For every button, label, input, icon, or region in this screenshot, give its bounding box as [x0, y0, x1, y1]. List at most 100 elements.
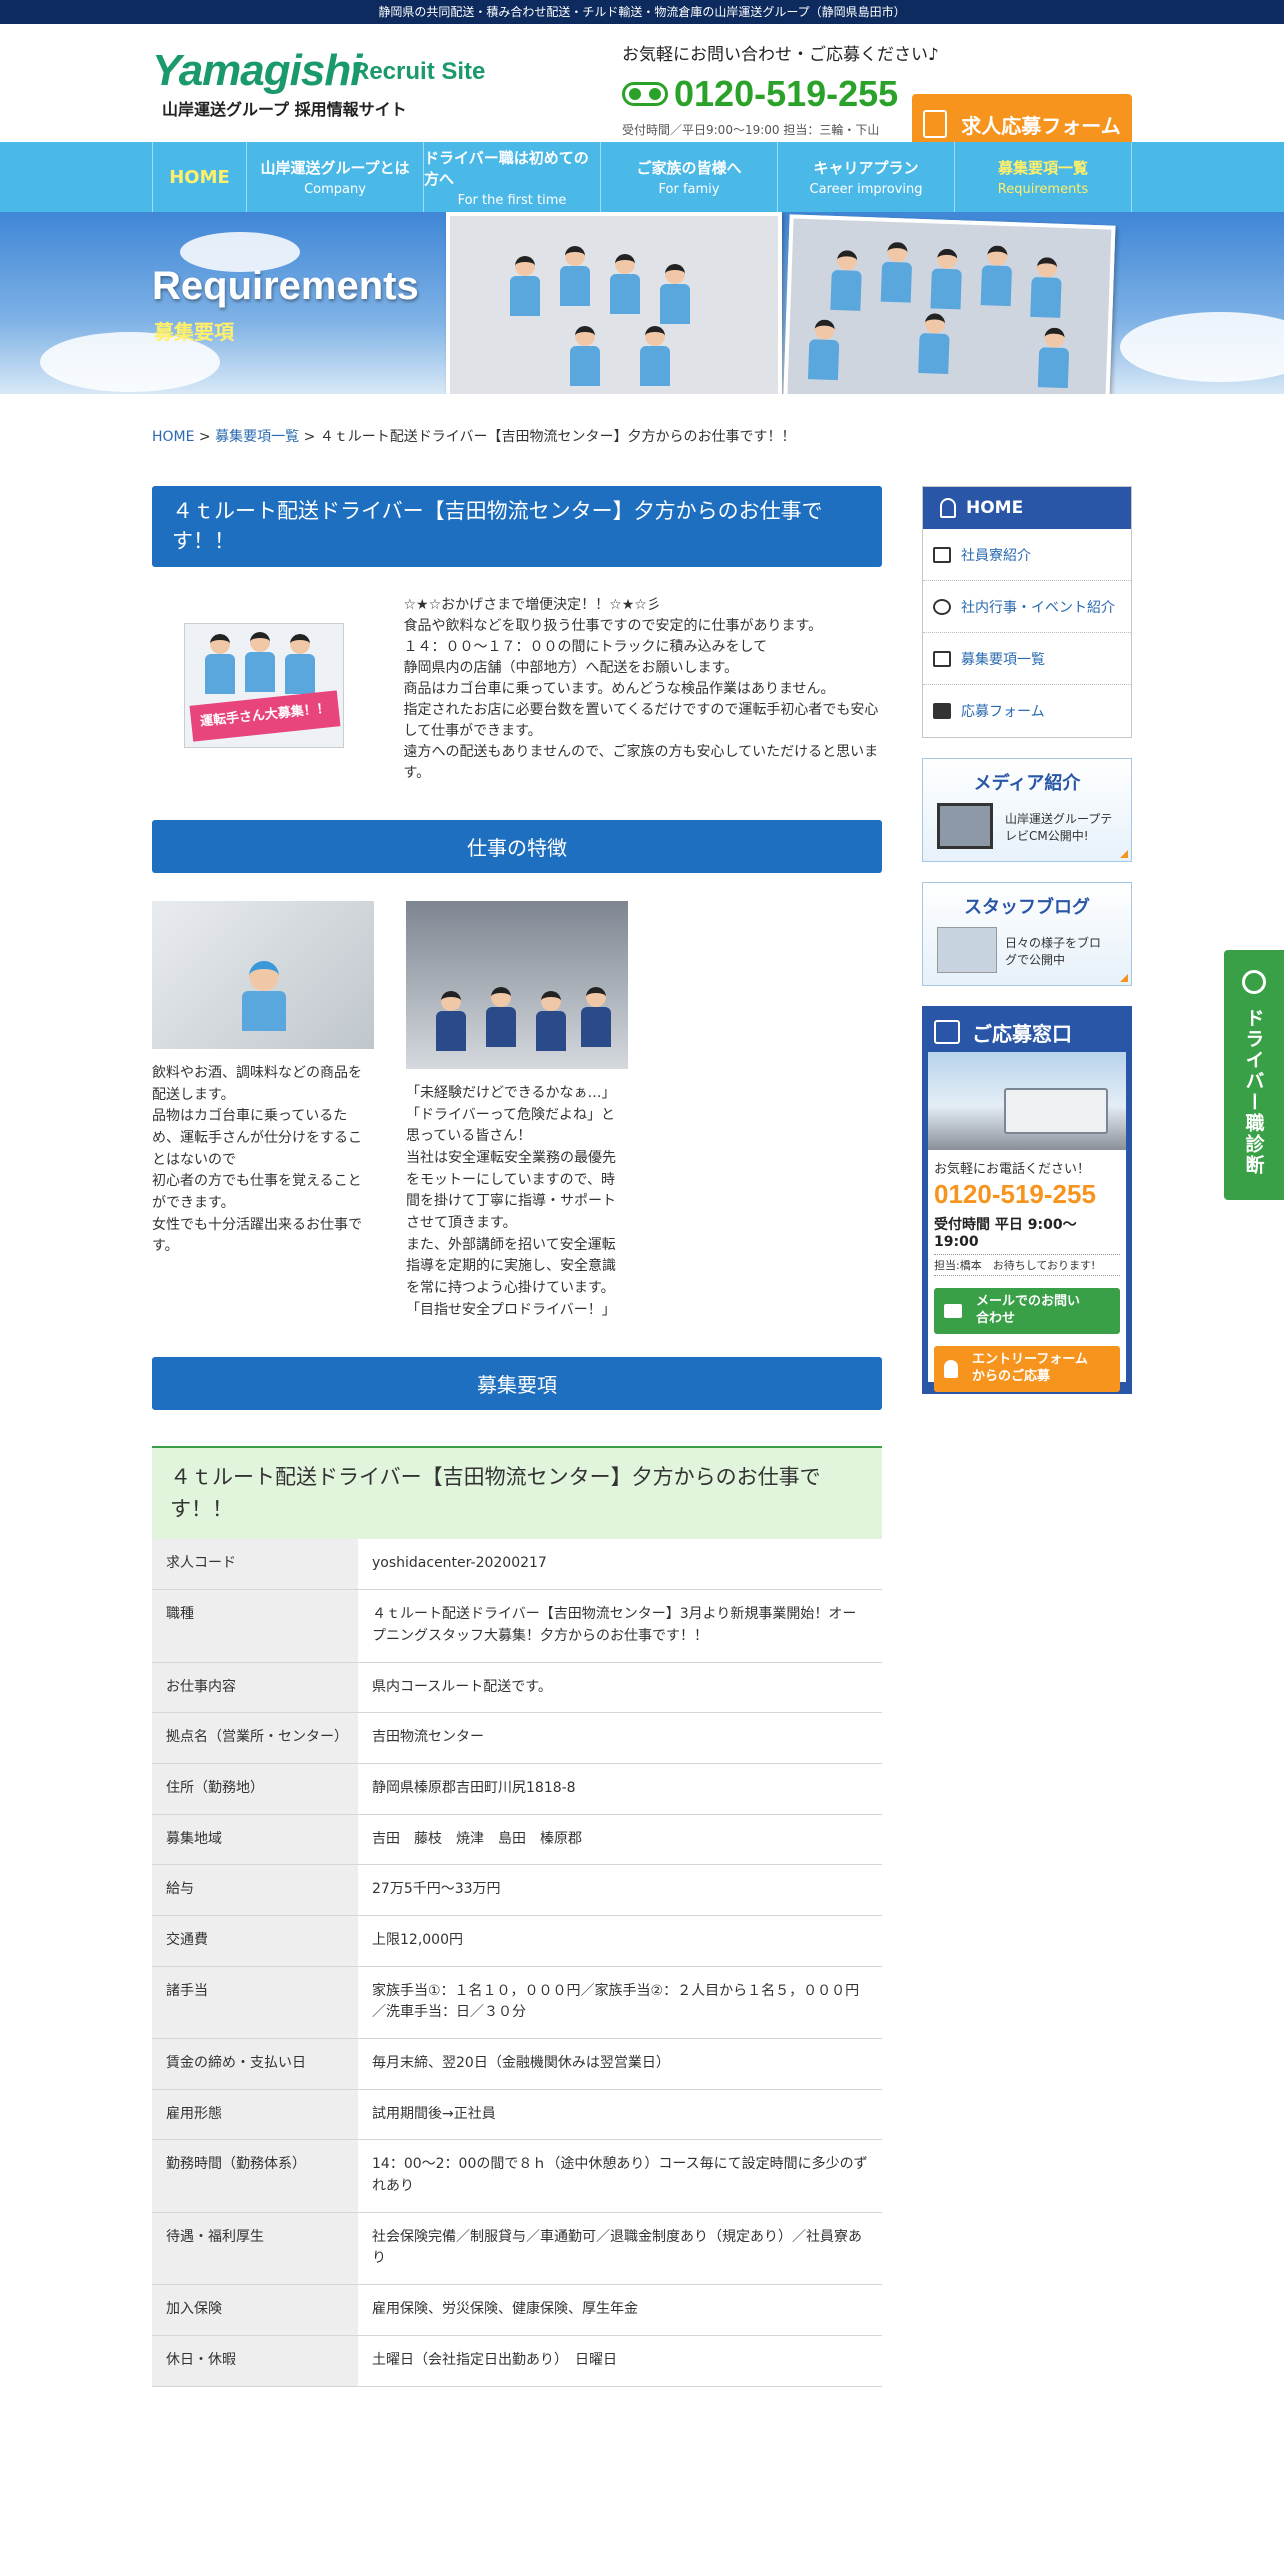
row-value: 14：00～2：00の間で８ｈ（途中休憩あり）コース毎にて設定時間に多少のずれあ… [358, 2139, 882, 2213]
sidebar: HOME 社員寮紹介 社内行事・イベント紹介 募集要項一覧 応募フォーム メディ… [922, 486, 1132, 1394]
sidebar-item-label: 社員寮紹介 [961, 547, 1031, 564]
nav-sublabel: Company [304, 182, 366, 197]
application-window-title: ご応募窓口 [972, 1021, 1072, 1046]
nav-company[interactable]: 山岸運送グループとは Company [247, 142, 424, 212]
row-key: お仕事内容 [152, 1662, 358, 1714]
table-row: 募集地域 吉田 藤枝 焼津 島田 榛原郡 [152, 1814, 882, 1866]
row-key: 加入保険 [152, 2284, 358, 2336]
sidebar-item-events[interactable]: 社内行事・イベント紹介 [923, 581, 1131, 633]
intro-line: 商品はカゴ台車に乗っています。めんどうな検品作業はありません。 [403, 680, 835, 697]
intro-image: 運転手さん大募集！！ [184, 622, 344, 748]
application-phone[interactable]: 0120-519-255 [934, 1179, 1120, 1210]
corner-arrow-icon [1120, 850, 1128, 858]
row-key: 賃金の締め・支払い日 [152, 2038, 358, 2090]
breadcrumb-current: ４ｔルート配送ドライバー【吉田物流センター】夕方からのお仕事です！！ [319, 429, 796, 445]
sidebar-item-label: 社内行事・イベント紹介 [961, 599, 1115, 616]
sidebar-item-apply[interactable]: 応募フォーム [923, 685, 1131, 737]
nav-home[interactable]: HOME [153, 142, 247, 212]
search-icon [1242, 970, 1266, 994]
sidebar-item-requirements[interactable]: 募集要項一覧 [923, 633, 1131, 685]
entry-form-button[interactable]: エントリーフォームからのご応募 [934, 1346, 1120, 1392]
row-key: 待遇・福利厚生 [152, 2212, 358, 2286]
requirements-table-title-row: ４ｔルート配送ドライバー【吉田物流センター】夕方からのお仕事です！！ [152, 1447, 882, 1540]
feature-training-photo [406, 900, 628, 1069]
header-phone-number[interactable]: 0120-519-255 [674, 73, 898, 115]
row-value: yoshidacenter-20200217 [358, 1539, 882, 1591]
sidebar-item-label: 募集要項一覧 [961, 651, 1045, 668]
intro-line: 食品や飲料などを取り扱う仕事ですので安定的に仕事があります。 [403, 617, 823, 634]
nav-sublabel: Career improving [809, 182, 923, 197]
row-value: 県内コースルート配送です。 [358, 1662, 882, 1714]
intro-line: 指定されたお店に必要台数を置いてくるだけですので運転手初心者でも安心して仕事がで… [403, 701, 879, 739]
table-row: 勤務時間（勤務体系） 14：00～2：00の間で８ｈ（途中休憩あり）コース毎にて設… [152, 2139, 882, 2213]
form-icon [923, 110, 948, 138]
contact-lead: お気軽にお問い合わせ・ご応募ください♪ [622, 45, 939, 65]
breadcrumb-home[interactable]: HOME [152, 429, 194, 445]
table-row: 待遇・福利厚生 社会保険完備／制服貸与／車通勤可／退職金制度あり（規定あり）／社員… [152, 2212, 882, 2286]
sidebar-item-dormitory[interactable]: 社員寮紹介 [923, 529, 1131, 581]
application-window: ご応募窓口 お気軽にお電話ください！ 0120-519-255 受付時間 平日 … [922, 1006, 1132, 1394]
nav-label: ご家族の皆様へ [636, 159, 742, 177]
gear-icon [933, 598, 951, 615]
blog-banner[interactable]: スタッフブログ 日々の様子をブログで公開中 [922, 882, 1132, 986]
media-banner[interactable]: メディア紹介 山岸運送グループテレビCM公開中! [922, 758, 1132, 862]
staff-photo-trucks [446, 212, 782, 394]
table-row: 諸手当 家族手当①：１名１０，０００円／家族手当②：２人目から１名５，０００円／洗… [152, 1966, 882, 2040]
nav-family[interactable]: ご家族の皆様へ For famiy [601, 142, 778, 212]
person-icon [944, 1360, 958, 1378]
table-row: 加入保険 雇用保険、労災保険、健康保険、厚生年金 [152, 2284, 882, 2336]
breadcrumb-requirements[interactable]: 募集要項一覧 [215, 429, 299, 445]
nav-requirements[interactable]: 募集要項一覧 Requirements [955, 142, 1132, 212]
tv-icon [937, 803, 993, 849]
house-icon [933, 546, 951, 563]
blog-photo [937, 927, 997, 973]
breadcrumb-separator: > [194, 429, 216, 445]
mail-inquiry-button[interactable]: メールでのお問い合わせ [934, 1288, 1120, 1334]
intro-line: 遠方への配送もありませんので、ご家族の方も安心していただけると思います。 [403, 743, 879, 781]
mail-inquiry-label: メールでのお問い合わせ [976, 1294, 1081, 1326]
features: 飲料やお酒、調味料などの商品を配送します。 品物はカゴ台車に乗っているため、運転… [152, 900, 882, 1322]
application-lead: お気軽にお電話ください！ [934, 1162, 1091, 1177]
table-row: 職種 ４ｔルート配送ドライバー【吉田物流センター】3月より新規事業開始！オープニン… [152, 1589, 882, 1663]
logo-recruit-site: Recruit Site [352, 58, 486, 85]
row-value: 静岡県榛原郡吉田町川尻1818-8 [358, 1763, 882, 1815]
job-title: ４ｔルート配送ドライバー【吉田物流センター】夕方からのお仕事です！！ [152, 486, 882, 567]
row-key: 給与 [152, 1864, 358, 1916]
mail-icon [933, 703, 951, 719]
hero-title: Requirements [152, 264, 419, 308]
requirements-table: ４ｔルート配送ドライバー【吉田物流センター】夕方からのお仕事です！！ 求人コード… [152, 1446, 882, 2387]
global-nav: HOME 山岸運送グループとは Company ドライバー職は初めての方へ Fo… [0, 142, 1284, 212]
nav-label: 募集要項一覧 [997, 159, 1088, 177]
nav-label: HOME [169, 166, 230, 188]
logo-mark: Yamagishi [152, 46, 362, 95]
row-value: 土曜日（会社指定日出勤あり） 日曜日 [358, 2335, 882, 2387]
row-key: 募集地域 [152, 1814, 358, 1866]
row-value: 社会保険完備／制服貸与／車通勤可／退職金制度あり（規定あり）／社員寮あり [358, 2212, 882, 2286]
logo[interactable]: Yamagishi Recruit Site 山岸運送グループ 採用情報サイト [152, 46, 485, 120]
nav-sublabel: Requirements [997, 182, 1089, 197]
header: Yamagishi Recruit Site 山岸運送グループ 採用情報サイト … [0, 24, 1284, 154]
row-value: 吉田 藤枝 焼津 島田 榛原郡 [358, 1814, 882, 1866]
main-content: ４ｔルート配送ドライバー【吉田物流センター】夕方からのお仕事です！！ 運転手さん… [152, 486, 882, 2387]
row-value: 試用期間後→正社員 [358, 2089, 882, 2141]
sidebar-home-label: HOME [966, 498, 1024, 518]
driver-diagnosis-tab[interactable]: ドライバー職診断 [1224, 950, 1284, 1200]
row-value: ４ｔルート配送ドライバー【吉田物流センター】3月より新規事業開始！オープニングス… [358, 1589, 882, 1663]
requirements-heading: 募集要項 [152, 1357, 882, 1411]
nav-sublabel: For the first time [457, 192, 567, 208]
application-note: 担当:橋本 お待ちしております! [934, 1254, 1120, 1276]
nav-label: キャリアプラン [813, 159, 919, 177]
nav-career[interactable]: キャリアプラン Career improving [778, 142, 955, 212]
top-bar-text: 静岡県の共同配送・積み合わせ配送・チルド輸送・物流倉庫の山岸運送グループ（静岡県… [378, 5, 906, 19]
sidebar-home[interactable]: HOME [923, 487, 1131, 529]
table-row: 賃金の締め・支払い日 毎月末締、翌20日（金融機関休みは翌営業日） [152, 2038, 882, 2090]
application-window-header: ご応募窓口 [928, 1012, 1126, 1052]
blog-banner-title: スタッフブログ [964, 897, 1090, 918]
nav-sublabel: For famiy [658, 182, 720, 197]
feature-item: 飲料やお酒、調味料などの商品を配送します。 品物はカゴ台車に乗っているため、運転… [152, 900, 374, 1322]
nav-first-time[interactable]: ドライバー職は初めての方へ For the first time [424, 142, 601, 212]
feature-text: 「未経験だけどできるかなぁ…」 「ドライバーって危険だよね」と思っている皆さん！… [406, 1084, 616, 1318]
top-bar: 静岡県の共同配送・積み合わせ配送・チルド輸送・物流倉庫の山岸運送グループ（静岡県… [0, 0, 1284, 24]
feature-driver-photo [152, 900, 374, 1049]
requirements-table-title: ４ｔルート配送ドライバー【吉田物流センター】夕方からのお仕事です！！ [170, 1465, 821, 1521]
